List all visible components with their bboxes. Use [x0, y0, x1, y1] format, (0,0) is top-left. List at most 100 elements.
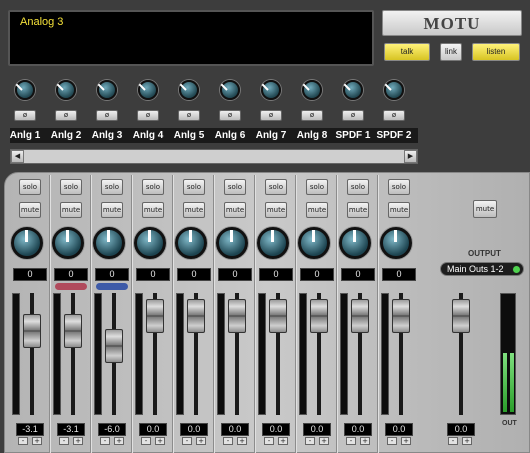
level-plus-button[interactable]: +	[360, 437, 370, 445]
pan-knob[interactable]	[216, 227, 248, 259]
level-plus-button[interactable]: +	[401, 437, 411, 445]
level-minus-button[interactable]: -	[223, 437, 233, 445]
input-label: Anlg 3	[91, 130, 123, 141]
pan-knob[interactable]	[52, 227, 84, 259]
output-select[interactable]: Main Outs 1-2	[440, 262, 524, 276]
level-minus-button[interactable]: -	[100, 437, 110, 445]
level-readout: 0.0	[344, 423, 372, 436]
level-plus-button[interactable]: +	[73, 437, 83, 445]
channel-fader-cap[interactable]	[146, 299, 164, 333]
phase-invert-button[interactable]: ø	[14, 110, 36, 121]
level-minus-button[interactable]: -	[305, 437, 315, 445]
talk-button[interactable]: talk	[384, 43, 430, 61]
level-plus-button[interactable]: +	[32, 437, 42, 445]
pan-knob[interactable]	[380, 227, 412, 259]
mute-button[interactable]: mute	[19, 202, 41, 218]
listen-button[interactable]: listen	[472, 43, 520, 61]
mute-button[interactable]: mute	[388, 202, 410, 218]
level-minus-button[interactable]: -	[141, 437, 151, 445]
solo-button[interactable]: solo	[347, 179, 369, 195]
mute-button[interactable]: mute	[142, 202, 164, 218]
level-minus-button[interactable]: -	[387, 437, 397, 445]
output-fader-cap[interactable]	[452, 299, 470, 333]
pan-knob[interactable]	[257, 227, 289, 259]
level-plus-button[interactable]: +	[196, 437, 206, 445]
input-gain-knob[interactable]	[384, 80, 404, 100]
mute-button[interactable]: mute	[306, 202, 328, 218]
channel-fader-cap[interactable]	[187, 299, 205, 333]
input-gain-knob[interactable]	[97, 80, 117, 100]
level-minus-button[interactable]: -	[59, 437, 69, 445]
input-label: Anlg 7	[255, 130, 287, 141]
solo-button[interactable]: solo	[19, 179, 41, 195]
level-plus-button[interactable]: +	[278, 437, 288, 445]
input-gain-knob[interactable]	[302, 80, 322, 100]
input-gain-knob[interactable]	[138, 80, 158, 100]
input-gain-knob[interactable]	[56, 80, 76, 100]
channel-fader-cap[interactable]	[23, 314, 41, 348]
level-minus-button[interactable]: -	[18, 437, 28, 445]
level-plus-button[interactable]: +	[319, 437, 329, 445]
solo-button[interactable]: solo	[101, 179, 123, 195]
input-gain-knob[interactable]	[343, 80, 363, 100]
phase-invert-button[interactable]: ø	[178, 110, 200, 121]
phase-invert-button[interactable]: ø	[301, 110, 323, 121]
level-readout: -3.1	[57, 423, 85, 436]
mute-button[interactable]: mute	[265, 202, 287, 218]
channel-fader-cap[interactable]	[105, 329, 123, 363]
input-gain-knob[interactable]	[220, 80, 240, 100]
solo-button[interactable]: solo	[60, 179, 82, 195]
pan-knob[interactable]	[93, 227, 125, 259]
level-minus-button[interactable]: -	[346, 437, 356, 445]
level-plus-button[interactable]: +	[237, 437, 247, 445]
mute-button[interactable]: mute	[60, 202, 82, 218]
level-minus-button[interactable]: -	[182, 437, 192, 445]
input-gain-knob[interactable]	[15, 80, 35, 100]
output-mute-button[interactable]: mute	[473, 200, 497, 218]
channel-fader-cap[interactable]	[228, 299, 246, 333]
solo-button[interactable]: solo	[388, 179, 410, 195]
pan-knob[interactable]	[11, 227, 43, 259]
pan-knob[interactable]	[134, 227, 166, 259]
strip-divider	[336, 175, 337, 453]
solo-button[interactable]: solo	[142, 179, 164, 195]
channel-fader-cap[interactable]	[392, 299, 410, 333]
channel-fader-cap[interactable]	[64, 314, 82, 348]
mute-button[interactable]: mute	[101, 202, 123, 218]
channel-fader-cap[interactable]	[351, 299, 369, 333]
phase-invert-button[interactable]: ø	[137, 110, 159, 121]
phase-invert-button[interactable]: ø	[55, 110, 77, 121]
channel-fader-cap[interactable]	[269, 299, 287, 333]
link-button[interactable]: link	[440, 43, 462, 61]
mute-button[interactable]: mute	[183, 202, 205, 218]
phase-invert-button[interactable]: ø	[96, 110, 118, 121]
input-gain-knob[interactable]	[261, 80, 281, 100]
solo-button[interactable]: solo	[224, 179, 246, 195]
pan-knob[interactable]	[339, 227, 371, 259]
level-plus-button[interactable]: +	[155, 437, 165, 445]
pan-readout: 0	[341, 268, 375, 281]
knob-pointer	[56, 83, 64, 91]
channel-fader-cap[interactable]	[310, 299, 328, 333]
solo-button[interactable]: solo	[183, 179, 205, 195]
input-gain-knob[interactable]	[179, 80, 199, 100]
mute-button[interactable]: mute	[347, 202, 369, 218]
solo-button[interactable]: solo	[306, 179, 328, 195]
level-minus-button[interactable]: -	[264, 437, 274, 445]
horizontal-scrollbar[interactable]: ◀ ▶	[10, 149, 418, 164]
phase-invert-button[interactable]: ø	[260, 110, 282, 121]
output-plus-button[interactable]: +	[462, 437, 472, 445]
scroll-right-arrow-icon[interactable]: ▶	[404, 150, 417, 163]
strip-divider	[49, 175, 50, 453]
mute-button[interactable]: mute	[224, 202, 246, 218]
strip-divider	[254, 175, 255, 453]
output-minus-button[interactable]: -	[448, 437, 458, 445]
phase-invert-button[interactable]: ø	[342, 110, 364, 121]
phase-invert-button[interactable]: ø	[383, 110, 405, 121]
solo-button[interactable]: solo	[265, 179, 287, 195]
scroll-left-arrow-icon[interactable]: ◀	[11, 150, 24, 163]
pan-knob[interactable]	[175, 227, 207, 259]
pan-knob[interactable]	[298, 227, 330, 259]
phase-invert-button[interactable]: ø	[219, 110, 241, 121]
level-plus-button[interactable]: +	[114, 437, 124, 445]
